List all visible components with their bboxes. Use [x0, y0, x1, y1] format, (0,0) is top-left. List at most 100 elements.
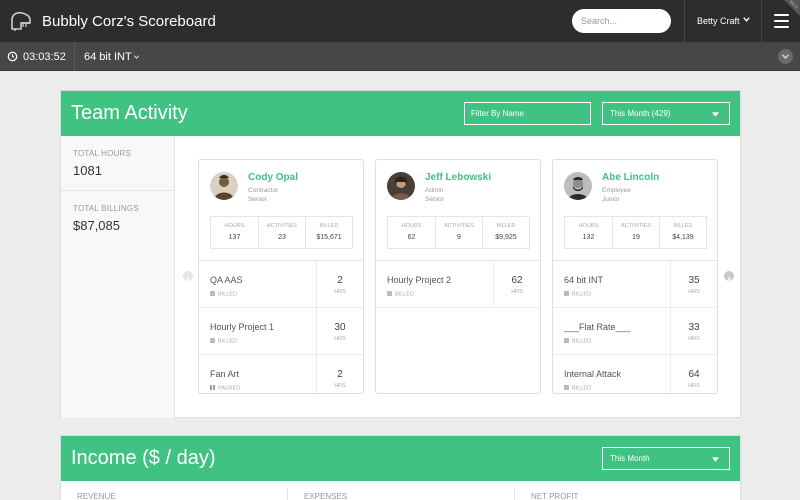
project-name: QA AAS — [210, 275, 243, 285]
period-label: This Month (429) — [610, 109, 671, 118]
metric-value: 23 — [278, 233, 286, 241]
project-hours: 30 HRS — [316, 308, 363, 355]
stat-total-hours: TOTAL HOURS 1081 — [73, 149, 131, 178]
user-menu[interactable]: Betty Craft — [684, 0, 762, 42]
income-panel: Income ($ / day) This Month REVENUE EXPE… — [60, 435, 741, 500]
clock-icon — [7, 51, 18, 62]
member-name[interactable]: Abe Lincoln — [602, 172, 659, 183]
project-row[interactable]: Fan Art PAUSED 2 HRS — [199, 355, 363, 393]
menu-button[interactable]: BETA — [763, 0, 800, 42]
member-metrics: HOURS 62 ACTIVITIES 9 BILLED $9,925 — [387, 216, 530, 249]
hours-unit: HRS — [334, 289, 346, 295]
chevron-left-icon — [186, 276, 190, 282]
income-period-dropdown[interactable]: This Month — [602, 447, 730, 470]
next-arrow-button[interactable] — [724, 271, 734, 282]
project-row[interactable]: Hourly Project 2 BILLED 62 HRS — [376, 261, 540, 308]
check-icon — [210, 291, 215, 296]
project-list: QA AAS BILLED 2 HRS Hourly Project 1 BIL… — [199, 260, 363, 393]
metric-label: BILLED — [496, 223, 516, 229]
project-name: ___Flat Rate___ — [564, 322, 631, 332]
project-status: BILLED — [210, 338, 237, 345]
check-icon — [564, 291, 569, 296]
search-input[interactable] — [572, 9, 671, 33]
project-row[interactable]: Hourly Project 1 BILLED 30 HRS — [199, 308, 363, 355]
metric-hours: HOURS 62 — [388, 217, 435, 248]
project-hours: 2 HRS — [316, 261, 363, 308]
member-name[interactable]: Cody Opal — [248, 172, 298, 183]
divider — [514, 488, 515, 500]
member-role: Employee — [602, 187, 631, 194]
metric-value: 19 — [632, 233, 640, 241]
timer-bar: 03:03:52 64 bit INT — [0, 42, 800, 71]
hours-unit: HRS — [688, 383, 700, 389]
hours-unit: HRS — [334, 336, 346, 342]
metric-billed: BILLED $15,671 — [305, 217, 352, 248]
metric-value: $4,139 — [672, 233, 694, 241]
caret-down-icon — [712, 457, 719, 462]
top-bar: Bubbly Corz's Scoreboard Betty Craft BET… — [0, 0, 800, 42]
metric-value: 132 — [582, 233, 595, 241]
hours-value: 35 — [688, 275, 700, 286]
project-hours: 64 HRS — [670, 355, 717, 393]
chevron-down-icon — [133, 55, 140, 59]
metric-hours: HOURS 137 — [211, 217, 258, 248]
hours-value: 2 — [337, 275, 343, 286]
pause-icon — [210, 385, 215, 390]
metric-billed: BILLED $9,925 — [482, 217, 529, 248]
check-icon — [387, 291, 392, 296]
project-status: BILLED — [564, 385, 591, 392]
hours-value: 62 — [511, 275, 523, 286]
project-list: 64 bit INT BILLED 35 HRS ___Flat Rate___… — [553, 260, 717, 393]
income-column-net-profit: NET PROFIT — [531, 492, 579, 500]
project-name: Fan Art — [210, 369, 240, 379]
project-status: PAUSED — [210, 385, 240, 392]
metric-label: HOURS — [578, 223, 599, 229]
timer-time: 03:03:52 — [23, 51, 66, 63]
app-title: Bubbly Corz's Scoreboard — [42, 13, 216, 30]
project-status: BILLED — [210, 291, 237, 298]
metric-label: ACTIVITIES — [267, 223, 297, 229]
avatar[interactable] — [564, 172, 592, 200]
stat-value: 1081 — [73, 163, 102, 178]
member-card: Jeff Lebowski Admin Senior HOURS 62 ACTI… — [375, 159, 541, 394]
metric-label: HOURS — [401, 223, 422, 229]
project-row[interactable]: ___Flat Rate___ BILLED 33 HRS — [553, 308, 717, 355]
project-row[interactable]: QA AAS BILLED 2 HRS — [199, 261, 363, 308]
metric-label: BILLED — [319, 223, 339, 229]
chevron-right-icon — [727, 276, 731, 282]
caret-down-icon — [712, 112, 719, 117]
member-card: Cody Opal Contractor Senior HOURS 137 AC… — [198, 159, 364, 394]
stat-value: $87,085 — [73, 218, 120, 233]
timer-project-select[interactable]: 64 bit INT — [84, 51, 132, 63]
status-text: BILLED — [395, 291, 414, 298]
hours-unit: HRS — [511, 289, 523, 295]
metric-billed: BILLED $4,139 — [659, 217, 706, 248]
hours-value: 64 — [688, 369, 700, 380]
member-card: Abe Lincoln Employee Junior HOURS 132 AC… — [552, 159, 718, 394]
expand-button[interactable] — [778, 49, 793, 64]
stats-sidebar: TOTAL HOURS 1081 TOTAL BILLINGS $87,085 — [61, 136, 175, 418]
piano-logo-icon[interactable] — [9, 9, 33, 33]
stat-total-billings: TOTAL BILLINGS $87,085 — [73, 204, 139, 233]
income-column-expenses: EXPENSES — [304, 492, 348, 500]
previous-arrow-button[interactable] — [183, 271, 193, 282]
avatar[interactable] — [387, 172, 415, 200]
stat-label: TOTAL HOURS — [73, 149, 132, 158]
project-row[interactable]: Internal Attack BILLED 64 HRS — [553, 355, 717, 393]
member-name[interactable]: Jeff Lebowski — [425, 172, 491, 183]
member-role: Admin — [425, 187, 444, 194]
status-text: BILLED — [218, 291, 237, 298]
panel-title: Income ($ / day) — [71, 447, 216, 469]
project-name: 64 bit INT — [564, 275, 604, 285]
period-dropdown[interactable]: This Month (429) — [602, 102, 730, 125]
project-list: Hourly Project 2 BILLED 62 HRS — [376, 260, 540, 393]
avatar[interactable] — [210, 172, 238, 200]
project-row[interactable]: 64 bit INT BILLED 35 HRS — [553, 261, 717, 308]
metric-activities: ACTIVITIES 19 — [612, 217, 659, 248]
metric-value: $15,671 — [316, 233, 342, 241]
metric-label: BILLED — [673, 223, 693, 229]
project-status: BILLED — [564, 291, 591, 298]
member-metrics: HOURS 137 ACTIVITIES 23 BILLED $15,671 — [210, 216, 353, 249]
stat-label: TOTAL BILLINGS — [73, 204, 139, 213]
filter-by-name-input[interactable] — [464, 102, 591, 125]
